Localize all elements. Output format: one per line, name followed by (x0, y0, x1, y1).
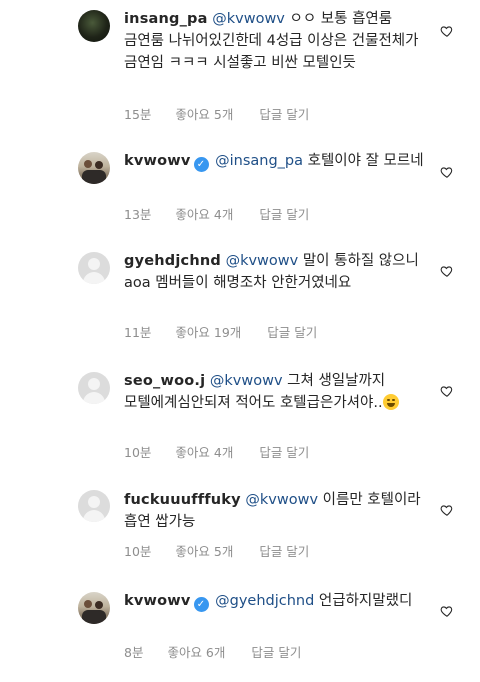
comment-mention[interactable]: @kvwowv (212, 11, 285, 27)
comment-username[interactable]: fuckuuufffuky (124, 492, 241, 508)
comment-likes[interactable]: 좋아요 6개 (167, 645, 225, 660)
comment-time: 8분 (124, 645, 144, 660)
avatar[interactable] (78, 152, 110, 184)
heart-outline-icon[interactable] (440, 24, 454, 38)
comment-meta: 8분 좋아요 6개 답글 달기 (124, 642, 321, 661)
comment-meta: 15분 좋아요 5개 답글 달기 (124, 104, 329, 123)
heart-outline-icon[interactable] (440, 264, 454, 278)
avatar[interactable] (78, 592, 110, 624)
comment-time: 10분 (124, 544, 152, 559)
heart-outline-icon[interactable] (440, 604, 454, 618)
heart-outline-icon[interactable] (440, 503, 454, 517)
comment-likes[interactable]: 좋아요 4개 (175, 445, 233, 460)
comment-likes[interactable]: 좋아요 5개 (175, 544, 233, 559)
comment-time: 11분 (124, 325, 152, 340)
comment-body: fuckuuufffuky @kvwowv 이름만 호텔이라 흡연 쌉가능 (124, 489, 424, 533)
avatar[interactable] (78, 490, 110, 522)
comment-mention[interactable]: @kvwowv (210, 373, 283, 389)
comment-meta: 10분 좋아요 5개 답글 달기 (124, 541, 329, 560)
comment-username[interactable]: seo_woo.j (124, 373, 205, 389)
comment-mention[interactable]: @insang_pa (215, 153, 303, 169)
comment-text: 언급하지말랬디 (318, 593, 413, 609)
comment-body: gyehdjchnd @kvwowv 말이 통하질 않으니 aoa 멤버들이 해… (124, 250, 424, 294)
comment-body: seo_woo.j @kvwowv 그쳐 생일날까지 모텔에계심안되져 적어도 … (124, 370, 424, 414)
comment-username[interactable]: kvwowv (124, 593, 191, 609)
heart-outline-icon[interactable] (440, 384, 454, 398)
comment-username[interactable]: insang_pa (124, 11, 208, 27)
avatar[interactable] (78, 372, 110, 404)
reply-button[interactable]: 답글 달기 (259, 445, 309, 460)
comment-time: 13분 (124, 207, 152, 222)
comment-likes[interactable]: 좋아요 5개 (175, 107, 233, 122)
comment-meta: 13분 좋아요 4개 답글 달기 (124, 204, 329, 223)
comment-mention[interactable]: @kvwowv (245, 492, 318, 508)
comment-meta: 11분 좋아요 19개 답글 달기 (124, 322, 337, 341)
comment-time: 10분 (124, 445, 152, 460)
verified-badge-icon: ✓ (193, 597, 209, 612)
reply-button[interactable]: 답글 달기 (267, 325, 317, 340)
comment-body: kvwowv ✓ @insang_pa 호텔이야 잘 모르네 (124, 150, 424, 172)
reply-button[interactable]: 답글 달기 (259, 107, 309, 122)
comment-mention[interactable]: @kvwowv (226, 253, 299, 269)
reply-button[interactable]: 답글 달기 (259, 544, 309, 559)
grinning-sweat-emoji (382, 394, 399, 410)
avatar[interactable] (78, 252, 110, 284)
comment-likes[interactable]: 좋아요 19개 (175, 325, 241, 340)
verified-badge-icon: ✓ (193, 157, 209, 172)
comment-meta: 10분 좋아요 4개 답글 달기 (124, 442, 329, 461)
comment-username[interactable]: kvwowv (124, 153, 191, 169)
comment-text: 호텔이야 잘 모르네 (307, 153, 424, 169)
reply-button[interactable]: 답글 달기 (251, 645, 301, 660)
comment-body: kvwowv ✓ @gyehdjchnd 언급하지말랬디 (124, 590, 424, 612)
comment-username[interactable]: gyehdjchnd (124, 253, 221, 269)
comment-mention[interactable]: @gyehdjchnd (215, 593, 314, 609)
comment-likes[interactable]: 좋아요 4개 (175, 207, 233, 222)
comment-time: 15분 (124, 107, 152, 122)
heart-outline-icon[interactable] (440, 165, 454, 179)
avatar[interactable] (78, 10, 110, 42)
reply-button[interactable]: 답글 달기 (259, 207, 309, 222)
comment-body: insang_pa @kvwowv ㅇㅇ 보통 흡연룸 금연룸 나뉘어있긴한데 … (124, 8, 424, 96)
